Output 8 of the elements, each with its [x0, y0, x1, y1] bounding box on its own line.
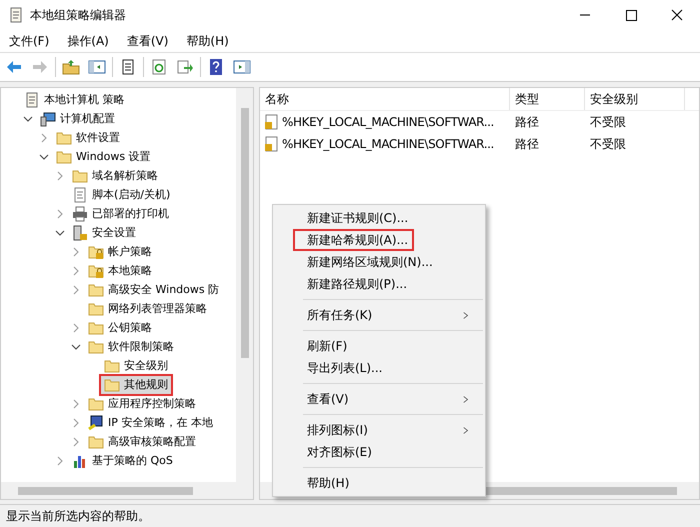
table-cell: 不受限	[590, 136, 626, 152]
status-bar: 显示当前所选内容的帮助。	[0, 504, 700, 527]
table-cell: 路径	[515, 136, 539, 152]
table-cell: 路径	[515, 114, 539, 130]
table-cell: %HKEY_LOCAL_MACHINE\SOFTWAR...	[282, 115, 494, 129]
window-title: 本地组策略编辑器	[30, 6, 127, 24]
table-cell: 不受限	[590, 114, 626, 130]
table-cell: %HKEY_LOCAL_MACHINE\SOFTWAR...	[282, 137, 494, 151]
